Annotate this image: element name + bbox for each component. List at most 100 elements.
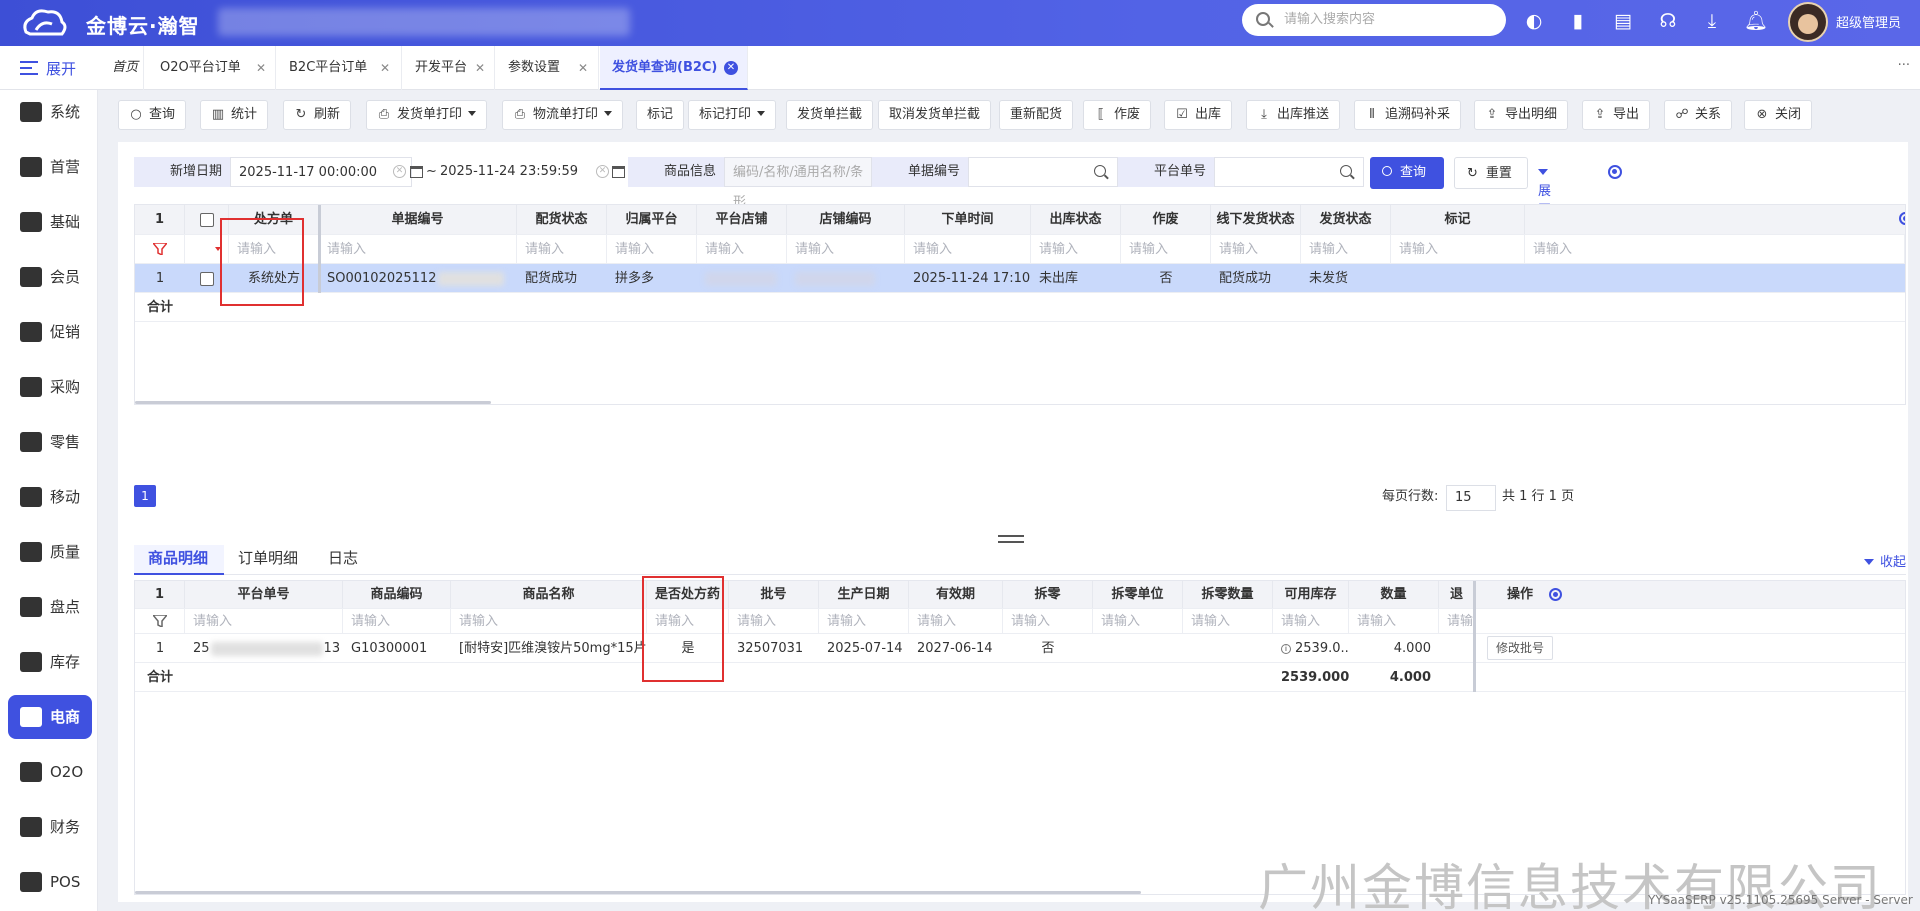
reallocate-button[interactable]: 重新配货 — [999, 100, 1074, 130]
sidebar-item-pos[interactable]: POS — [8, 860, 92, 904]
close-icon[interactable]: ✕ — [256, 46, 266, 90]
settings-gear-icon[interactable] — [1549, 588, 1562, 601]
clear-icon[interactable]: ✕ — [393, 165, 406, 178]
tab-log[interactable]: 日志 — [314, 545, 372, 575]
horizontal-scrollbar[interactable] — [135, 401, 491, 404]
horizontal-scrollbar[interactable] — [135, 891, 1141, 894]
close-icon[interactable]: ✕ — [724, 61, 738, 75]
mark-print-button[interactable]: 标记打印 — [688, 100, 777, 130]
headset-icon[interactable]: ☊ — [1656, 9, 1680, 33]
book-icon[interactable]: ▮ — [1566, 9, 1590, 33]
close-icon[interactable]: ✕ — [475, 46, 485, 90]
statistics-button[interactable]: ▥ 统计 — [200, 100, 269, 130]
panel-splitter-handle[interactable] — [998, 535, 1024, 543]
table-row[interactable]: 1 25 13 G10300001 [耐特安]匹维溴铵片50mg*15片*2...… — [135, 634, 1905, 663]
filter-input-mfg-date[interactable]: 请输入 — [819, 609, 909, 633]
filter-input-return[interactable]: 请输入 — [1439, 609, 1475, 633]
sidebar-item-purchase[interactable]: 采购 — [8, 365, 92, 409]
search-icon[interactable] — [1340, 165, 1352, 177]
tab-order-detail[interactable]: 订单明细 — [224, 545, 312, 575]
filter-input-product-code[interactable]: 请输入 — [343, 609, 451, 633]
cancel-intercept-button[interactable]: 取消发货单拦截 — [878, 100, 992, 130]
column-header-order-time[interactable]: 下单时间 — [905, 205, 1031, 234]
column-header-platform-no[interactable]: 平台单号 — [185, 581, 343, 608]
column-header-split-qty[interactable]: 拆零数量 — [1183, 581, 1273, 608]
filter-input-mark[interactable]: 请输入 — [1391, 235, 1525, 263]
intercept-shipment-button[interactable]: 发货单拦截 — [786, 100, 874, 130]
settings-gear-icon[interactable] — [1899, 212, 1905, 225]
column-header-available-stock[interactable]: 可用库存 — [1273, 581, 1349, 608]
column-header-qty[interactable]: 数量 — [1349, 581, 1439, 608]
download-icon[interactable]: ⤓ — [1700, 9, 1724, 33]
filter-input-split-qty[interactable]: 请输入 — [1183, 609, 1273, 633]
collapse-link[interactable]: 收起 — [1863, 551, 1906, 570]
sidebar-item-retail[interactable]: 零售 — [8, 420, 92, 464]
product-input[interactable]: 编码/名称/通用名称/条形... — [724, 157, 872, 210]
filter-input-batch[interactable]: 请输入 — [729, 609, 819, 633]
tab-shipment-query-b2c[interactable]: 发货单查询(B2C) ✕ — [600, 46, 748, 90]
filter-input-shop[interactable]: 请输入 — [697, 235, 787, 263]
column-header-split-unit[interactable]: 拆零单位 — [1093, 581, 1183, 608]
sidebar-item-o2o[interactable]: O2O — [8, 750, 92, 794]
filter-query-button[interactable]: 查询 — [1370, 157, 1444, 189]
column-header-out-status[interactable]: 出库状态 — [1031, 205, 1121, 234]
tab-param-settings[interactable]: 参数设置 ✕ — [496, 46, 599, 90]
calendar-icon[interactable] — [410, 166, 423, 178]
sidebar-item-stock[interactable]: 库存 — [8, 640, 92, 684]
column-header-product-code[interactable]: 商品编码 — [343, 581, 451, 608]
column-header-void[interactable]: 作废 — [1121, 205, 1211, 234]
print-shipment-button[interactable]: ⎙ 发货单打印 — [366, 100, 488, 130]
filter-input-shop-code[interactable]: 请输入 — [787, 235, 905, 263]
bell-icon[interactable]: 🔔︎ — [1744, 9, 1768, 33]
filter-input-out-status[interactable]: 请输入 — [1031, 235, 1121, 263]
tab-b2c-orders[interactable]: B2C平台订单 ✕ — [277, 46, 402, 90]
sidebar-item-inventory-count[interactable]: 盘点 — [8, 585, 92, 629]
filter-input-extra[interactable]: 请输入 — [1525, 235, 1905, 263]
search-icon[interactable] — [1094, 165, 1106, 177]
column-header-mark[interactable]: 标记 — [1391, 205, 1525, 234]
filter-input-product-name[interactable]: 请输入 — [451, 609, 647, 633]
more-tabs-button[interactable]: ··· — [1898, 58, 1910, 73]
column-header-ship-status[interactable]: 发货状态 — [1301, 205, 1391, 234]
filter-input-alloc-status[interactable]: 请输入 — [517, 235, 607, 263]
filter-input-void[interactable]: 请输入 — [1121, 235, 1211, 263]
sidebar-item-ecommerce[interactable]: 电商 — [8, 695, 92, 739]
clear-icon[interactable]: ✕ — [596, 165, 609, 178]
username[interactable]: 超级管理员 — [1836, 12, 1901, 31]
sidebar-item-mobile[interactable]: 移动 — [8, 475, 92, 519]
filter-input-split-unit[interactable]: 请输入 — [1093, 609, 1183, 633]
column-header-product-name[interactable]: 商品名称 — [451, 581, 647, 608]
outbound-button[interactable]: ☑ 出库 — [1164, 100, 1233, 130]
relation-button[interactable]: ☍ 关系 — [1664, 100, 1733, 130]
column-header-alloc-status[interactable]: 配货状态 — [517, 205, 607, 234]
filter-icon-cell[interactable] — [135, 609, 185, 633]
theme-icon[interactable]: ◐ — [1522, 9, 1546, 33]
close-icon[interactable]: ✕ — [578, 46, 588, 90]
trace-code-button[interactable]: ⦀ 追溯码补采 — [1354, 100, 1462, 130]
sidebar-item-first-business[interactable]: 首营 — [8, 145, 92, 189]
column-header-batch[interactable]: 批号 — [729, 581, 819, 608]
page-number-button[interactable]: 1 — [134, 485, 156, 507]
export-detail-button[interactable]: ⇪ 导出明细 — [1474, 100, 1569, 130]
clipboard-icon[interactable]: ▤ — [1611, 9, 1635, 33]
tab-home[interactable]: 首页 — [100, 46, 144, 90]
outbound-push-button[interactable]: ⤓ 出库推送 — [1246, 100, 1341, 130]
filter-input-offline-status[interactable]: 请输入 — [1211, 235, 1301, 263]
sidebar-item-member[interactable]: 会员 — [8, 255, 92, 299]
filter-input-qty[interactable]: 请输入 — [1349, 609, 1439, 633]
tab-dev-platform[interactable]: 开发平台 ✕ — [403, 46, 495, 90]
query-button[interactable]: ○ 查询 — [118, 100, 187, 130]
print-logistics-button[interactable]: ⎙ 物流单打印 — [502, 100, 624, 130]
tab-o2o-orders[interactable]: O2O平台订单 ✕ — [148, 46, 276, 90]
filter-reset-button[interactable]: ↻ 重置 — [1454, 157, 1528, 189]
filter-input-platform[interactable]: 请输入 — [607, 235, 697, 263]
sidebar-item-system[interactable]: 系统 — [8, 90, 92, 134]
filter-input-order-time[interactable]: 请输入 — [905, 235, 1031, 263]
column-header-platform[interactable]: 归属平台 — [607, 205, 697, 234]
close-button[interactable]: ⊗ 关闭 — [1744, 100, 1813, 130]
page-size-input[interactable]: 15 — [1446, 485, 1496, 511]
filter-input-platform-no[interactable]: 请输入 — [185, 609, 343, 633]
checkbox[interactable] — [199, 212, 214, 227]
sidebar-item-promotion[interactable]: 促销 — [8, 310, 92, 354]
export-button[interactable]: ⇪ 导出 — [1582, 100, 1651, 130]
